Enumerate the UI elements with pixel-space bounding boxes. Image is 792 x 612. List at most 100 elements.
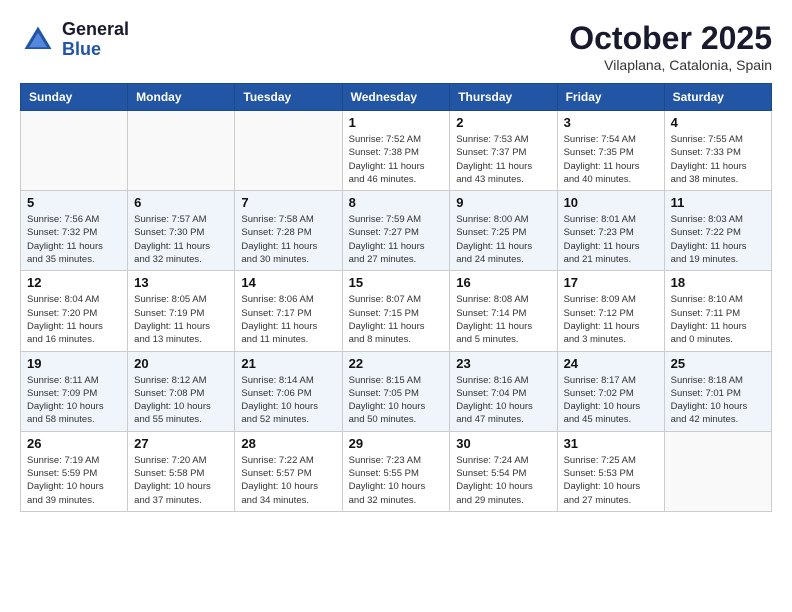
day-number: 19: [27, 356, 121, 371]
day-number: 22: [349, 356, 444, 371]
calendar-cell: 27 Sunrise: 7:20 AMSunset: 5:58 PMDayligh…: [128, 431, 235, 511]
calendar-week-row: 1 Sunrise: 7:52 AMSunset: 7:38 PMDaylight…: [21, 111, 772, 191]
calendar-cell: 28 Sunrise: 7:22 AMSunset: 5:57 PMDayligh…: [235, 431, 342, 511]
calendar-cell: 15 Sunrise: 8:07 AMSunset: 7:15 PMDayligh…: [342, 271, 450, 351]
calendar-cell: 23Sunrise: 8:16 AMSunset: 7:04 PMDayligh…: [450, 351, 557, 431]
day-info: Sunrise: 8:18 AMSunset: 7:01 PMDaylight:…: [671, 374, 765, 427]
calendar-cell: 5 Sunrise: 7:56 AMSunset: 7:32 PMDaylight…: [21, 191, 128, 271]
day-info: Sunrise: 7:58 AMSunset: 7:28 PMDaylight:…: [241, 213, 335, 266]
day-number: 18: [671, 275, 765, 290]
day-number: 29: [349, 436, 444, 451]
day-number: 27: [134, 436, 228, 451]
calendar-week-row: 19 Sunrise: 8:11 AMSunset: 7:09 PMDayligh…: [21, 351, 772, 431]
calendar-cell: 12 Sunrise: 8:04 AMSunset: 7:20 PMDayligh…: [21, 271, 128, 351]
weekday-header: Monday: [128, 84, 235, 111]
day-number: 9: [456, 195, 550, 210]
calendar-cell: 13 Sunrise: 8:05 AMSunset: 7:19 PMDayligh…: [128, 271, 235, 351]
day-number: 5: [27, 195, 121, 210]
day-info: Sunrise: 7:59 AMSunset: 7:27 PMDaylight:…: [349, 213, 444, 266]
day-info: Sunrise: 8:05 AMSunset: 7:19 PMDaylight:…: [134, 293, 228, 346]
day-info: Sunrise: 8:17 AMSunset: 7:02 PMDaylight:…: [564, 374, 658, 427]
day-number: 31: [564, 436, 658, 451]
day-info: Sunrise: 8:04 AMSunset: 7:20 PMDaylight:…: [27, 293, 121, 346]
day-info: Sunrise: 8:14 AMSunset: 7:06 PMDaylight:…: [241, 374, 335, 427]
day-number: 1: [349, 115, 444, 130]
day-info: Sunrise: 7:56 AMSunset: 7:32 PMDaylight:…: [27, 213, 121, 266]
day-info: Sunrise: 8:07 AMSunset: 7:15 PMDaylight:…: [349, 293, 444, 346]
day-number: 10: [564, 195, 658, 210]
day-number: 14: [241, 275, 335, 290]
day-info: Sunrise: 7:52 AMSunset: 7:38 PMDaylight:…: [349, 133, 444, 186]
title-block: October 2025 Vilaplana, Catalonia, Spain: [569, 20, 772, 73]
day-info: Sunrise: 7:22 AMSunset: 5:57 PMDaylight:…: [241, 454, 335, 507]
day-number: 8: [349, 195, 444, 210]
day-info: Sunrise: 7:20 AMSunset: 5:58 PMDaylight:…: [134, 454, 228, 507]
weekday-header: Sunday: [21, 84, 128, 111]
weekday-header-row: SundayMondayTuesdayWednesdayThursdayFrid…: [21, 84, 772, 111]
day-info: Sunrise: 7:19 AMSunset: 5:59 PMDaylight:…: [27, 454, 121, 507]
day-info: Sunrise: 8:00 AMSunset: 7:25 PMDaylight:…: [456, 213, 550, 266]
day-number: 12: [27, 275, 121, 290]
page-header: General Blue October 2025 Vilaplana, Cat…: [20, 20, 772, 73]
calendar-cell: 24Sunrise: 8:17 AMSunset: 7:02 PMDayligh…: [557, 351, 664, 431]
calendar-cell: 1 Sunrise: 7:52 AMSunset: 7:38 PMDaylight…: [342, 111, 450, 191]
calendar-cell: 30Sunrise: 7:24 AMSunset: 5:54 PMDayligh…: [450, 431, 557, 511]
location: Vilaplana, Catalonia, Spain: [569, 57, 772, 73]
logo: General Blue: [20, 20, 129, 60]
day-info: Sunrise: 7:54 AMSunset: 7:35 PMDaylight:…: [564, 133, 658, 186]
calendar-cell: [664, 431, 771, 511]
day-info: Sunrise: 7:57 AMSunset: 7:30 PMDaylight:…: [134, 213, 228, 266]
calendar-cell: 7Sunrise: 7:58 AMSunset: 7:28 PMDaylight…: [235, 191, 342, 271]
day-info: Sunrise: 7:23 AMSunset: 5:55 PMDaylight:…: [349, 454, 444, 507]
day-number: 25: [671, 356, 765, 371]
calendar-cell: [235, 111, 342, 191]
day-number: 21: [241, 356, 335, 371]
day-number: 11: [671, 195, 765, 210]
weekday-header: Saturday: [664, 84, 771, 111]
calendar-cell: 19 Sunrise: 8:11 AMSunset: 7:09 PMDayligh…: [21, 351, 128, 431]
day-info: Sunrise: 7:25 AMSunset: 5:53 PMDaylight:…: [564, 454, 658, 507]
day-info: Sunrise: 7:53 AMSunset: 7:37 PMDaylight:…: [456, 133, 550, 186]
day-info: Sunrise: 8:11 AMSunset: 7:09 PMDaylight:…: [27, 374, 121, 427]
month-title: October 2025: [569, 20, 772, 57]
weekday-header: Tuesday: [235, 84, 342, 111]
day-number: 3: [564, 115, 658, 130]
calendar-cell: 10Sunrise: 8:01 AMSunset: 7:23 PMDayligh…: [557, 191, 664, 271]
day-number: 2: [456, 115, 550, 130]
logo-text: General Blue: [62, 20, 129, 60]
day-number: 15: [349, 275, 444, 290]
calendar-cell: 31 Sunrise: 7:25 AMSunset: 5:53 PMDayligh…: [557, 431, 664, 511]
day-number: 13: [134, 275, 228, 290]
day-number: 23: [456, 356, 550, 371]
day-number: 28: [241, 436, 335, 451]
day-info: Sunrise: 8:08 AMSunset: 7:14 PMDaylight:…: [456, 293, 550, 346]
calendar-cell: 21 Sunrise: 8:14 AMSunset: 7:06 PMDayligh…: [235, 351, 342, 431]
day-number: 17: [564, 275, 658, 290]
calendar-cell: 25 Sunrise: 8:18 AMSunset: 7:01 PMDayligh…: [664, 351, 771, 431]
day-info: Sunrise: 8:06 AMSunset: 7:17 PMDaylight:…: [241, 293, 335, 346]
day-info: Sunrise: 7:55 AMSunset: 7:33 PMDaylight:…: [671, 133, 765, 186]
calendar-cell: 8 Sunrise: 7:59 AMSunset: 7:27 PMDaylight…: [342, 191, 450, 271]
calendar-week-row: 5 Sunrise: 7:56 AMSunset: 7:32 PMDaylight…: [21, 191, 772, 271]
calendar-cell: 20 Sunrise: 8:12 AMSunset: 7:08 PMDayligh…: [128, 351, 235, 431]
calendar-cell: 26Sunrise: 7:19 AMSunset: 5:59 PMDayligh…: [21, 431, 128, 511]
calendar-cell: 3 Sunrise: 7:54 AMSunset: 7:35 PMDaylight…: [557, 111, 664, 191]
logo-icon: [20, 22, 56, 58]
day-number: 20: [134, 356, 228, 371]
calendar-cell: 22 Sunrise: 8:15 AMSunset: 7:05 PMDayligh…: [342, 351, 450, 431]
day-info: Sunrise: 8:03 AMSunset: 7:22 PMDaylight:…: [671, 213, 765, 266]
calendar-cell: 16 Sunrise: 8:08 AMSunset: 7:14 PMDayligh…: [450, 271, 557, 351]
calendar-cell: 11 Sunrise: 8:03 AMSunset: 7:22 PMDayligh…: [664, 191, 771, 271]
calendar-table: SundayMondayTuesdayWednesdayThursdayFrid…: [20, 83, 772, 512]
day-number: 30: [456, 436, 550, 451]
day-info: Sunrise: 8:12 AMSunset: 7:08 PMDaylight:…: [134, 374, 228, 427]
calendar-week-row: 12 Sunrise: 8:04 AMSunset: 7:20 PMDayligh…: [21, 271, 772, 351]
calendar-cell: 2 Sunrise: 7:53 AMSunset: 7:37 PMDaylight…: [450, 111, 557, 191]
day-info: Sunrise: 8:10 AMSunset: 7:11 PMDaylight:…: [671, 293, 765, 346]
calendar-cell: 29 Sunrise: 7:23 AMSunset: 5:55 PMDayligh…: [342, 431, 450, 511]
calendar-cell: 18 Sunrise: 8:10 AMSunset: 7:11 PMDayligh…: [664, 271, 771, 351]
day-info: Sunrise: 8:15 AMSunset: 7:05 PMDaylight:…: [349, 374, 444, 427]
calendar-cell: 4Sunrise: 7:55 AMSunset: 7:33 PMDaylight…: [664, 111, 771, 191]
weekday-header: Wednesday: [342, 84, 450, 111]
day-number: 16: [456, 275, 550, 290]
